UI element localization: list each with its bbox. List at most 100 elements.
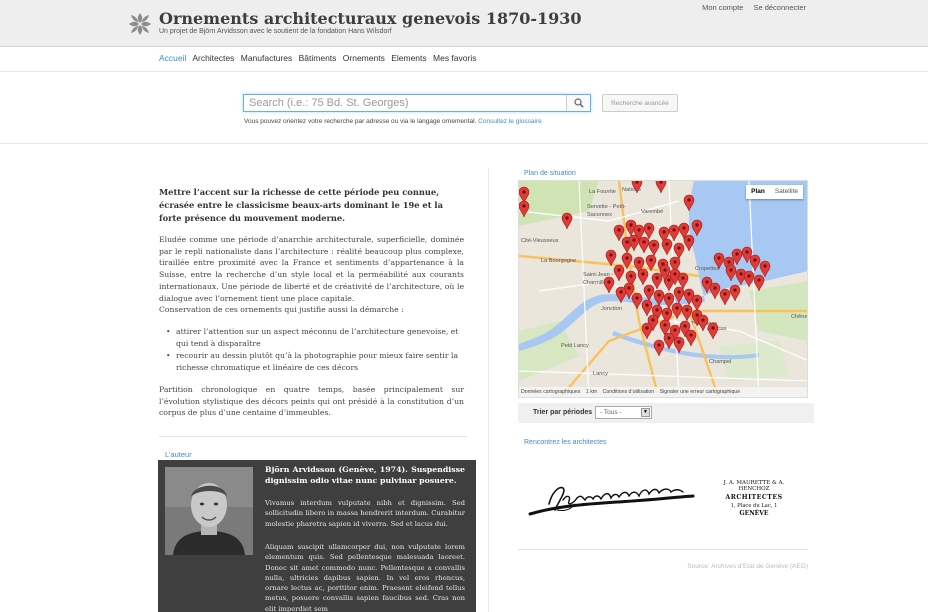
map-pin-icon[interactable] <box>645 254 657 272</box>
intro-tail: Partition chronologique en quatre temps,… <box>159 385 464 418</box>
map-pin-icon[interactable] <box>671 302 683 320</box>
map-pin-icon[interactable] <box>673 336 685 354</box>
nav-item-elements[interactable]: Elements <box>391 53 426 63</box>
author-photo <box>165 467 253 555</box>
glossary-link[interactable]: Consultez le glossaire <box>478 118 542 125</box>
search-input[interactable] <box>244 95 566 111</box>
nav-item-manufactures[interactable]: Manufactures <box>241 53 293 63</box>
author-bio-1: Vivamus interdum vulputate nibh et digni… <box>265 499 465 528</box>
map-pin-icon[interactable] <box>651 272 663 290</box>
map-pin-icon[interactable] <box>643 284 655 302</box>
search-box <box>243 94 591 112</box>
map-pin-icon[interactable] <box>683 234 695 252</box>
period-select[interactable]: - Tous - ▼ <box>595 406 652 419</box>
map-pin-icon[interactable] <box>628 234 640 252</box>
map-pin-icon[interactable] <box>709 282 721 300</box>
account-links: Mon compte Se déconnecter <box>694 3 806 12</box>
nav-item-accueil[interactable]: Accueil <box>159 53 186 63</box>
intro-paragraph-text: Eludée comme une période d’anarchie arch… <box>159 235 464 303</box>
map-pin-icon[interactable] <box>668 224 680 242</box>
map-pin-icon[interactable] <box>749 254 761 272</box>
map-terms-link[interactable]: Conditions d’utilisation <box>603 389 655 395</box>
architect-signature-image <box>528 486 695 516</box>
map-pin-icon[interactable] <box>759 260 771 278</box>
map-pin-icon[interactable] <box>673 242 685 260</box>
map-pin-icon[interactable] <box>691 294 703 312</box>
map-pin-icon[interactable] <box>685 329 697 347</box>
map-pin-icon[interactable] <box>661 238 673 256</box>
nav-item-ornements[interactable]: Ornements <box>343 53 385 63</box>
map-pin-icon[interactable] <box>725 264 737 282</box>
map-pin-icon[interactable] <box>677 272 689 290</box>
site-title[interactable]: Ornements architecturaux genevois 1870-1… <box>159 9 582 28</box>
section-divider <box>159 436 467 437</box>
search-icon <box>573 98 584 108</box>
column-divider <box>488 168 489 612</box>
map-pin-icon[interactable] <box>621 252 633 270</box>
chevron-down-icon: ▼ <box>641 408 650 417</box>
ornament-logo-icon[interactable] <box>128 12 152 36</box>
map-type-satellite[interactable]: Satellite <box>770 185 803 199</box>
map-pin-icon[interactable] <box>605 249 617 267</box>
period-select-value: - Tous - <box>600 409 622 416</box>
location-map[interactable]: Nations La Fourrite Servette - Petit-Sac… <box>518 180 808 398</box>
map-pin-icon[interactable] <box>519 186 530 204</box>
map-pin-icon[interactable] <box>683 194 695 212</box>
map-pin-icon[interactable] <box>691 219 703 237</box>
map-pin-icon[interactable] <box>681 304 693 322</box>
map-pin-icon[interactable] <box>641 322 653 340</box>
intro-list: attirer l’attention sur un aspect méconn… <box>166 326 464 374</box>
map-pin-icon[interactable] <box>753 274 765 292</box>
map-scale: 1 km <box>585 389 598 395</box>
author-bio-2: Aliquam suscipit ullamcorper dui, non vu… <box>265 543 465 612</box>
map-pin-icon[interactable] <box>643 222 655 240</box>
map-pin-icon[interactable] <box>648 239 660 257</box>
list-item: attirer l’attention sur un aspect méconn… <box>166 326 464 349</box>
intro-paragraph: Eludée comme une période d’anarchie arch… <box>159 234 464 316</box>
intro-list-intro: Conservation de ces ornements qui justif… <box>159 305 404 315</box>
map-pin-icon[interactable] <box>613 224 625 242</box>
map-pin-icon[interactable] <box>719 288 731 306</box>
stamp-names: J. A. MAURETTE & A. HENCHOZ <box>723 480 785 492</box>
search-button[interactable] <box>566 95 590 111</box>
map-pin-icon[interactable] <box>638 236 650 254</box>
period-filter-bar: Trier par périodes - Tous - ▼ <box>518 403 814 423</box>
map-pin-icon[interactable] <box>729 284 741 302</box>
map-data-credit: Données cartographiques <box>521 389 581 395</box>
nav-item-batiments[interactable]: Bâtiments <box>299 53 337 63</box>
nav-item-mes-favoris[interactable]: Mes favoris <box>433 53 476 63</box>
map-pin-icon[interactable] <box>615 286 627 304</box>
logout-link[interactable]: Se déconnecter <box>753 3 806 12</box>
map-pin-icon[interactable] <box>641 299 653 317</box>
map-report-link[interactable]: Signaler une erreur cartographique <box>660 389 740 395</box>
main-nav: Accueil Architectes Manufactures Bâtimen… <box>159 53 480 63</box>
map-pin-icon[interactable] <box>743 270 755 288</box>
author-box: Björn Arvidsson (Genève, 1974). Suspendi… <box>158 460 476 612</box>
site-subtitle: Un projet de Björn Arvidsson avec le sou… <box>159 28 392 35</box>
map-pin-icon[interactable] <box>673 286 685 304</box>
map-pin-icon[interactable] <box>637 268 649 286</box>
map-pin-icon[interactable] <box>653 289 665 307</box>
map-pin-icon[interactable] <box>653 339 665 357</box>
map-pin-icon[interactable] <box>603 276 615 294</box>
map-pin-icon[interactable] <box>519 200 530 218</box>
stamp-address: 1, Place du Lac, 1 <box>730 503 778 509</box>
map-pin-icon[interactable] <box>663 332 675 350</box>
period-filter-label: Trier par périodes <box>533 409 593 416</box>
map-pin-icon[interactable] <box>655 181 667 194</box>
map-pin-icon[interactable] <box>631 292 643 310</box>
map-pin-icon[interactable] <box>631 181 643 194</box>
map-pin-icon[interactable] <box>697 314 709 332</box>
map-pin-icon[interactable] <box>713 252 725 270</box>
my-account-link[interactable]: Mon compte <box>702 3 743 12</box>
nav-item-architectes[interactable]: Architectes <box>192 53 234 63</box>
nav-divider <box>0 71 928 72</box>
map-type-plan[interactable]: Plan <box>746 185 770 199</box>
map-pin-icon[interactable] <box>613 264 625 282</box>
author-name: Björn Arvidsson (Genève, 1974). Suspendi… <box>265 465 465 485</box>
map-pin-icon[interactable] <box>707 322 719 340</box>
architects-heading[interactable]: Rencontrez les architectes <box>524 439 606 446</box>
architect-stamp: J. A. MAURETTE & A. HENCHOZ ARCHITECTES … <box>708 480 800 517</box>
advanced-search-button[interactable]: Recherche avancée <box>602 94 678 112</box>
map-pin-icon[interactable] <box>561 212 573 230</box>
